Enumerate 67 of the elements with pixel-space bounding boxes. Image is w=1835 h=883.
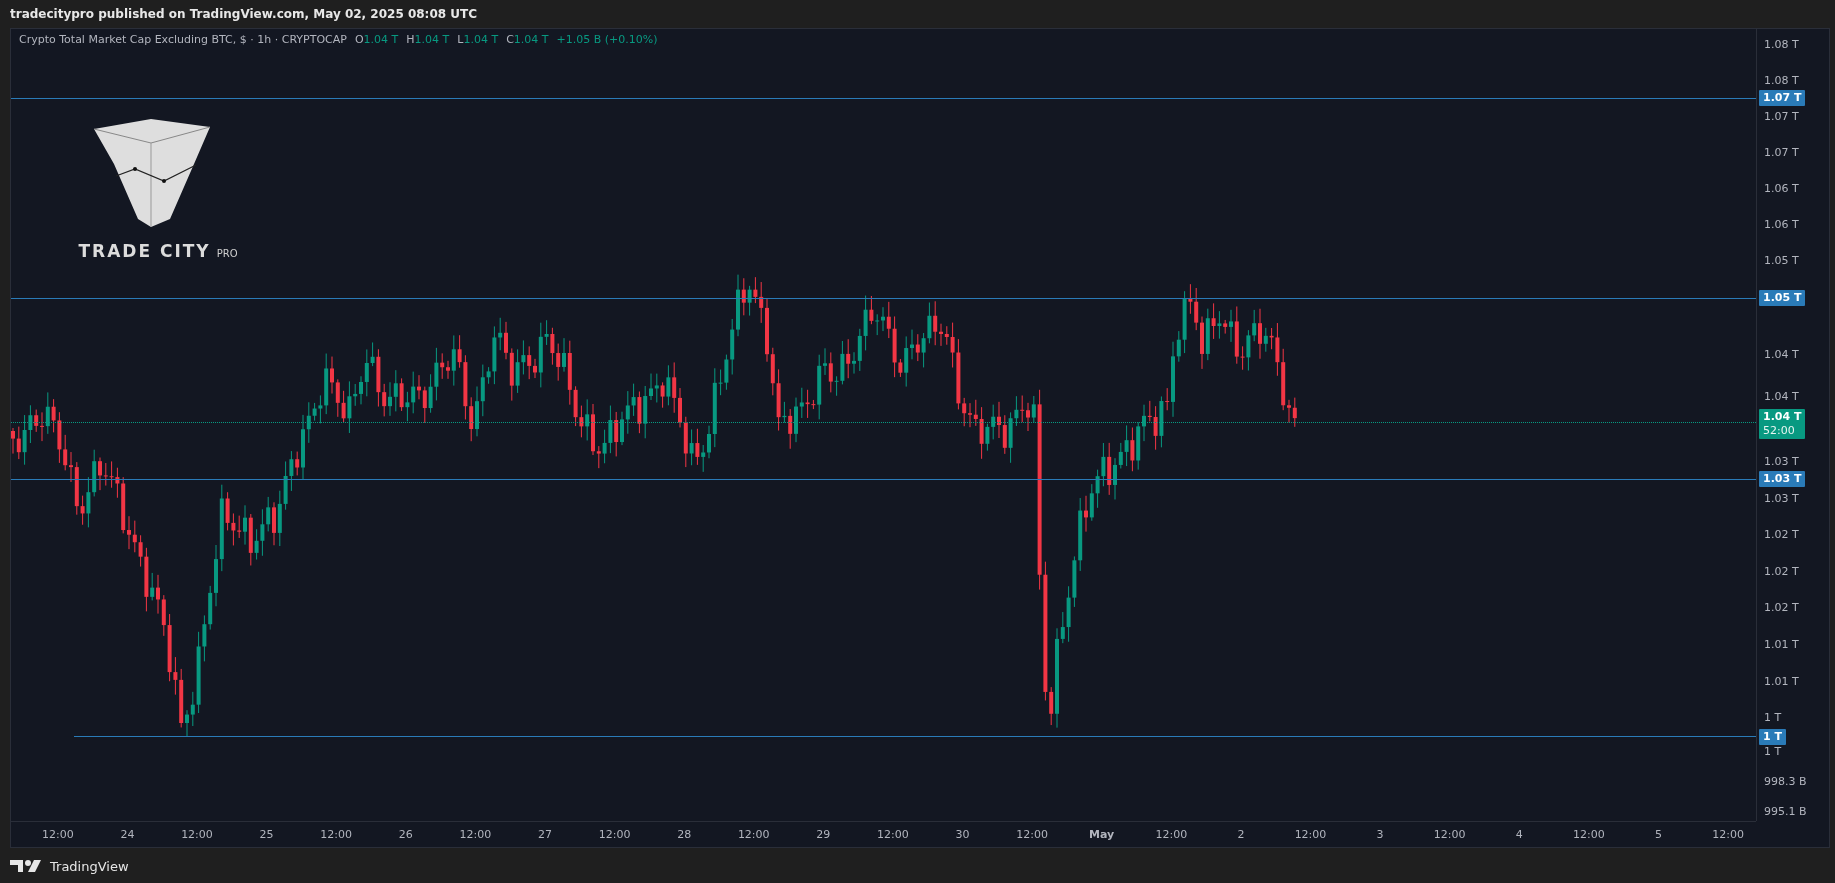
price-tick: 1 T — [1764, 711, 1782, 726]
price-tick: 1.07 T — [1764, 110, 1799, 124]
time-tick: 12:00 — [736, 828, 771, 841]
time-tick: 12:00 — [1293, 828, 1328, 841]
time-tick: 12:00 — [1154, 828, 1189, 841]
price-tick: 1.02 T — [1764, 564, 1799, 579]
ohlc-value: 1.04 T — [363, 33, 399, 46]
time-tick: 24 — [119, 828, 136, 841]
price-tick: 1.04 T — [1764, 348, 1799, 362]
price-tick: 1.02 T — [1764, 528, 1799, 543]
footer-brand: TradingView — [50, 858, 129, 874]
price-tick: 1.08 T — [1764, 74, 1799, 88]
time-tick: 12:00 — [1711, 828, 1745, 841]
price-tick: 1.02 T — [1764, 601, 1799, 616]
time-tick: 12:00 — [597, 828, 632, 841]
time-tick: 25 — [258, 828, 275, 841]
ohlc-value: 1.04 T — [513, 33, 549, 46]
ohlc-label: O — [354, 33, 364, 46]
brand-name: TRADE CITY — [78, 241, 211, 261]
price-badge: 1.03 T — [1759, 471, 1806, 487]
change-value: +1.05 B (+0.10%) — [556, 33, 658, 46]
price-tick: 1 T — [1764, 745, 1782, 759]
current-price: 1.04 T — [1763, 410, 1802, 424]
ohlc-value: 1.04 T — [463, 33, 499, 46]
price-tick: 1.05 T — [1764, 254, 1799, 268]
time-tick: 28 — [676, 828, 693, 841]
price-badge: 1.07 T — [1759, 90, 1806, 106]
price-tick: 1.01 T — [1764, 637, 1799, 652]
pyramid-logo-icon — [94, 119, 212, 229]
time-tick: 12:00 — [40, 828, 75, 841]
price-tick: 1.07 T — [1764, 146, 1799, 160]
time-tick: 12:00 — [1572, 828, 1606, 841]
time-tick: 12:00 — [180, 828, 214, 841]
tradingview-logo-icon — [10, 859, 44, 873]
time-tick: 12:00 — [458, 828, 493, 841]
price-tick: 1.06 T — [1764, 182, 1799, 196]
price-tick: 1.04 T — [1764, 390, 1799, 404]
ohlc-label: L — [457, 33, 464, 46]
time-tick: 30 — [954, 828, 971, 841]
price-tick: 1.06 T — [1764, 218, 1799, 232]
time-tick: 26 — [397, 828, 414, 841]
time-tick: 27 — [536, 828, 553, 841]
price-tick: 1.03 T — [1764, 491, 1799, 506]
ohlc-label: C — [506, 33, 514, 46]
publish-info: tradecitypro published on TradingView.com, May 02, 2025 08:08 UTC — [10, 7, 477, 21]
time-tick: 12:00 — [1432, 828, 1467, 841]
price-tick: 998.3 B — [1764, 775, 1807, 789]
time-tick: 2 — [1236, 828, 1246, 841]
legend-title: Crypto Total Market Cap Excluding BTC, $ · 1h · CRYPTOCAP — [19, 33, 347, 46]
price-tick: 1.08 T — [1764, 38, 1799, 52]
price-tick: 995.1 B — [1764, 805, 1807, 819]
price-badge: 1 T — [1759, 729, 1786, 745]
time-tick: 12:00 — [319, 828, 353, 841]
time-tick: 29 — [815, 828, 832, 841]
time-tick: 12:00 — [1015, 828, 1049, 841]
ohlc-value: 1.04 T — [414, 33, 450, 46]
time-tick: 12:00 — [876, 828, 910, 841]
price-badge: 1.05 T — [1759, 290, 1806, 306]
price-tick: 1.01 T — [1764, 674, 1799, 689]
time-tick: May — [1088, 828, 1116, 841]
time-tick: 3 — [1375, 828, 1385, 841]
countdown: 52:00 — [1763, 424, 1796, 438]
ohlc-label: H — [406, 33, 415, 46]
time-tick: 5 — [1653, 828, 1663, 841]
time-tick: 4 — [1514, 828, 1524, 841]
brand-suffix: PRO — [216, 248, 238, 259]
price-tick: 1.03 T — [1764, 455, 1799, 469]
